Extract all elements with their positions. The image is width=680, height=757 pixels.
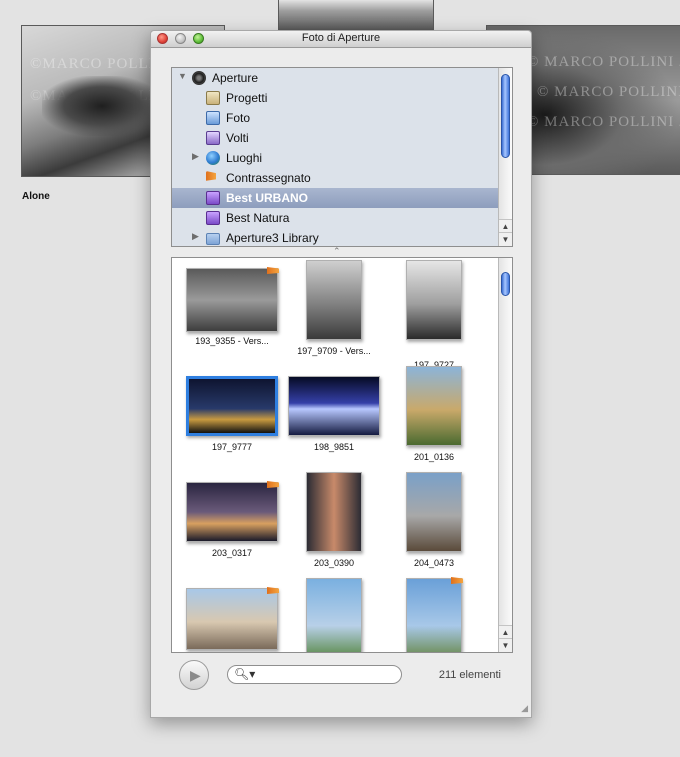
- source-list: ▼ Aperture Progetti Foto Volti ▶ Luoghi Contras…: [171, 67, 513, 247]
- source-item-best-urbano[interactable]: Best URBANO: [172, 188, 499, 208]
- photo-thumbnail[interactable]: [186, 481, 279, 542]
- source-item-foto[interactable]: Foto: [172, 108, 499, 128]
- play-icon: ▶: [190, 667, 201, 683]
- source-item-aperture3-library[interactable]: ▶ Aperture3 Library: [172, 228, 499, 246]
- photo-caption: 193_9355 - Vers...: [195, 336, 269, 346]
- source-scroll-thumb[interactable]: [501, 74, 510, 158]
- photo-thumbnail[interactable]: [186, 376, 278, 436]
- disclosure-triangle-icon[interactable]: ▼: [178, 71, 187, 81]
- photo-thumbnail[interactable]: [306, 472, 362, 552]
- photo-caption: 198_9851: [313, 442, 355, 452]
- source-item-label: Best Natura: [226, 211, 290, 225]
- smart-album-icon: [206, 211, 220, 225]
- source-item-volti[interactable]: Volti: [172, 128, 499, 148]
- search-icon[interactable]: 🔍︎▾: [234, 667, 255, 681]
- browser-scrollbar[interactable]: ▲ ▼: [498, 258, 512, 652]
- photo-thumbnail[interactable]: [288, 376, 380, 436]
- window-title: Foto di Aperture: [301, 32, 381, 44]
- source-item-luoghi[interactable]: ▶ Luoghi: [172, 148, 499, 168]
- photo-thumbnail[interactable]: [186, 267, 279, 332]
- disclosure-triangle-icon[interactable]: ▶: [192, 231, 199, 242]
- photo-thumbnail[interactable]: [306, 578, 362, 652]
- flag-icon: [451, 577, 463, 584]
- scroll-down-arrow-icon[interactable]: ▼: [499, 232, 512, 246]
- aperture-photos-panel: Foto di Aperture ▼ Aperture Progetti Foto Vo…: [150, 30, 532, 718]
- flag-icon: [267, 587, 279, 594]
- watermark-text-right: © MARCO POLLINI 2012: [527, 54, 680, 70]
- source-item-label: Best URBANO: [226, 191, 309, 205]
- browser-scroll-thumb[interactable]: [501, 272, 510, 296]
- places-globe-icon: [206, 151, 220, 165]
- photo-thumbnail[interactable]: [406, 366, 462, 446]
- source-item-label: Aperture: [212, 71, 259, 85]
- scroll-down-arrow-icon[interactable]: ▼: [499, 638, 512, 652]
- photo-thumbnail[interactable]: [406, 577, 463, 652]
- flag-icon: [267, 267, 279, 274]
- split-handle-icon[interactable]: ⌃: [333, 246, 341, 257]
- photo-caption: 203_0317: [211, 548, 253, 558]
- source-item-label: Progetti: [226, 91, 268, 105]
- photo-caption: 203_0390: [313, 558, 355, 568]
- source-item-aperture[interactable]: ▼ Aperture: [172, 68, 499, 88]
- background-photo-caption: Alone: [22, 191, 50, 202]
- photo-caption: 201_0136: [413, 452, 455, 462]
- faces-icon: [206, 131, 220, 145]
- flag-icon: [267, 481, 279, 488]
- resize-grip-icon[interactable]: ◢: [521, 703, 528, 714]
- source-item-label: Luoghi: [226, 151, 263, 165]
- scroll-up-arrow-icon[interactable]: ▲: [499, 625, 512, 639]
- photo-caption: 197_9777: [211, 442, 253, 452]
- projects-icon: [206, 91, 220, 105]
- photo-thumbnail[interactable]: [186, 587, 279, 650]
- source-item-label: Contrassegnato: [226, 171, 311, 185]
- scroll-up-arrow-icon[interactable]: ▲: [499, 219, 512, 233]
- photo-browser: 193_9355 - Vers... 197_9709 - Vers... 197_…: [171, 257, 513, 653]
- search-field[interactable]: 🔍︎▾: [227, 665, 402, 684]
- watermark-text-right-3: © MARCO POLLINI 2012: [527, 114, 680, 130]
- watermark-text-right-2: © MARCO POLLINI 2012: [537, 84, 680, 100]
- source-item-label: Volti: [226, 131, 249, 145]
- photo-thumbnail[interactable]: [406, 260, 462, 340]
- folder-icon: [206, 233, 220, 245]
- flag-icon: [206, 171, 216, 181]
- item-count: 211 elementi: [438, 669, 501, 681]
- source-item-progetti[interactable]: Progetti: [172, 88, 499, 108]
- source-item-label: Foto: [226, 111, 251, 125]
- photo-thumbnail[interactable]: [306, 260, 362, 340]
- slideshow-play-button[interactable]: ▶: [179, 660, 209, 690]
- photo-caption: 197_9709 - Vers...: [297, 346, 371, 356]
- photos-icon: [206, 111, 220, 125]
- source-item-best-natura[interactable]: Best Natura: [172, 208, 499, 228]
- photo-caption: 204_0473: [413, 558, 455, 568]
- source-list-scrollbar[interactable]: ▲ ▼: [498, 68, 512, 246]
- background-photo-colosseum[interactable]: [278, 0, 434, 30]
- disclosure-triangle-icon[interactable]: ▶: [192, 151, 199, 162]
- search-input[interactable]: [254, 667, 398, 684]
- smart-album-icon: [206, 191, 220, 205]
- aperture-icon: [192, 71, 206, 85]
- source-item-contrassegnato[interactable]: Contrassegnato: [172, 168, 499, 188]
- title-bar[interactable]: Foto di Aperture: [151, 31, 531, 48]
- source-item-label: Aperture3 Library: [226, 231, 319, 245]
- photo-thumbnail[interactable]: [406, 472, 462, 552]
